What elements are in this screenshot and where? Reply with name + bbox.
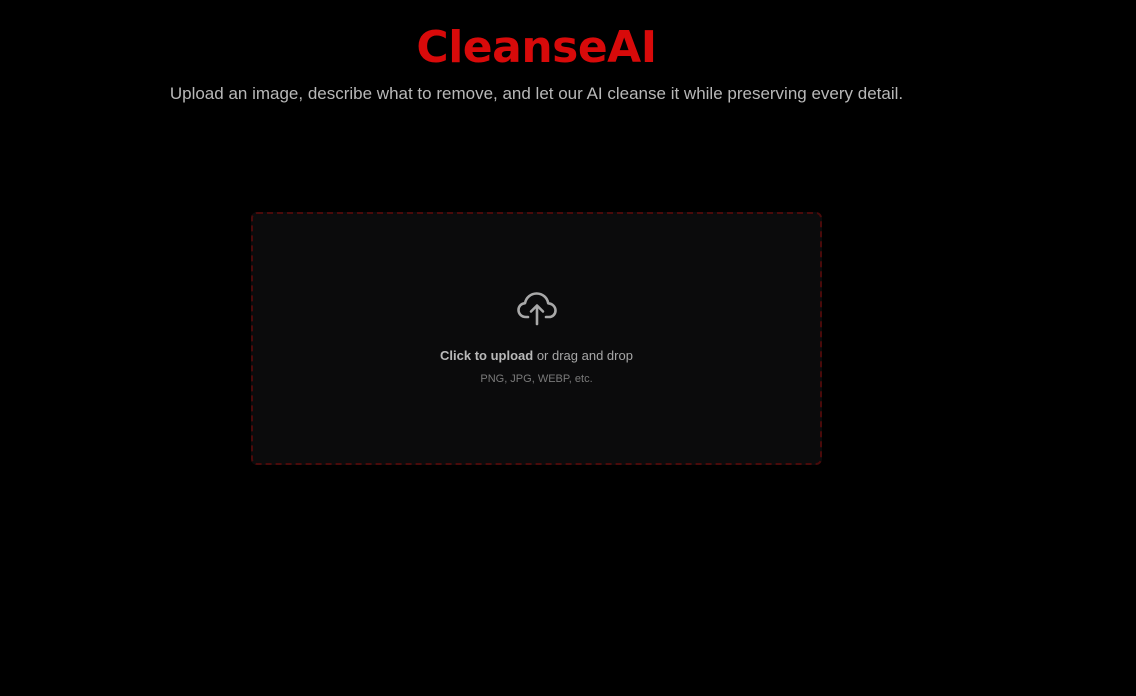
- app-subtitle: Upload an image, describe what to remove…: [169, 84, 904, 103]
- upload-content: Click to upload or drag and drop PNG, JP…: [253, 290, 820, 386]
- drag-drop-text: or drag and drop: [533, 348, 633, 363]
- page: CleanseAI Upload an image, describe what…: [0, 0, 1136, 696]
- upload-instructions: Click to upload or drag and drop: [253, 347, 820, 365]
- supported-formats: PNG, JPG, WEBP, etc.: [480, 373, 593, 385]
- header: CleanseAI Upload an image, describe what…: [0, 20, 1073, 107]
- click-to-upload-link[interactable]: Click to upload: [440, 348, 533, 363]
- image-upload-dropzone[interactable]: Click to upload or drag and drop PNG, JP…: [251, 212, 822, 465]
- app-title: CleanseAI: [416, 22, 657, 73]
- cloud-upload-icon: [516, 290, 558, 326]
